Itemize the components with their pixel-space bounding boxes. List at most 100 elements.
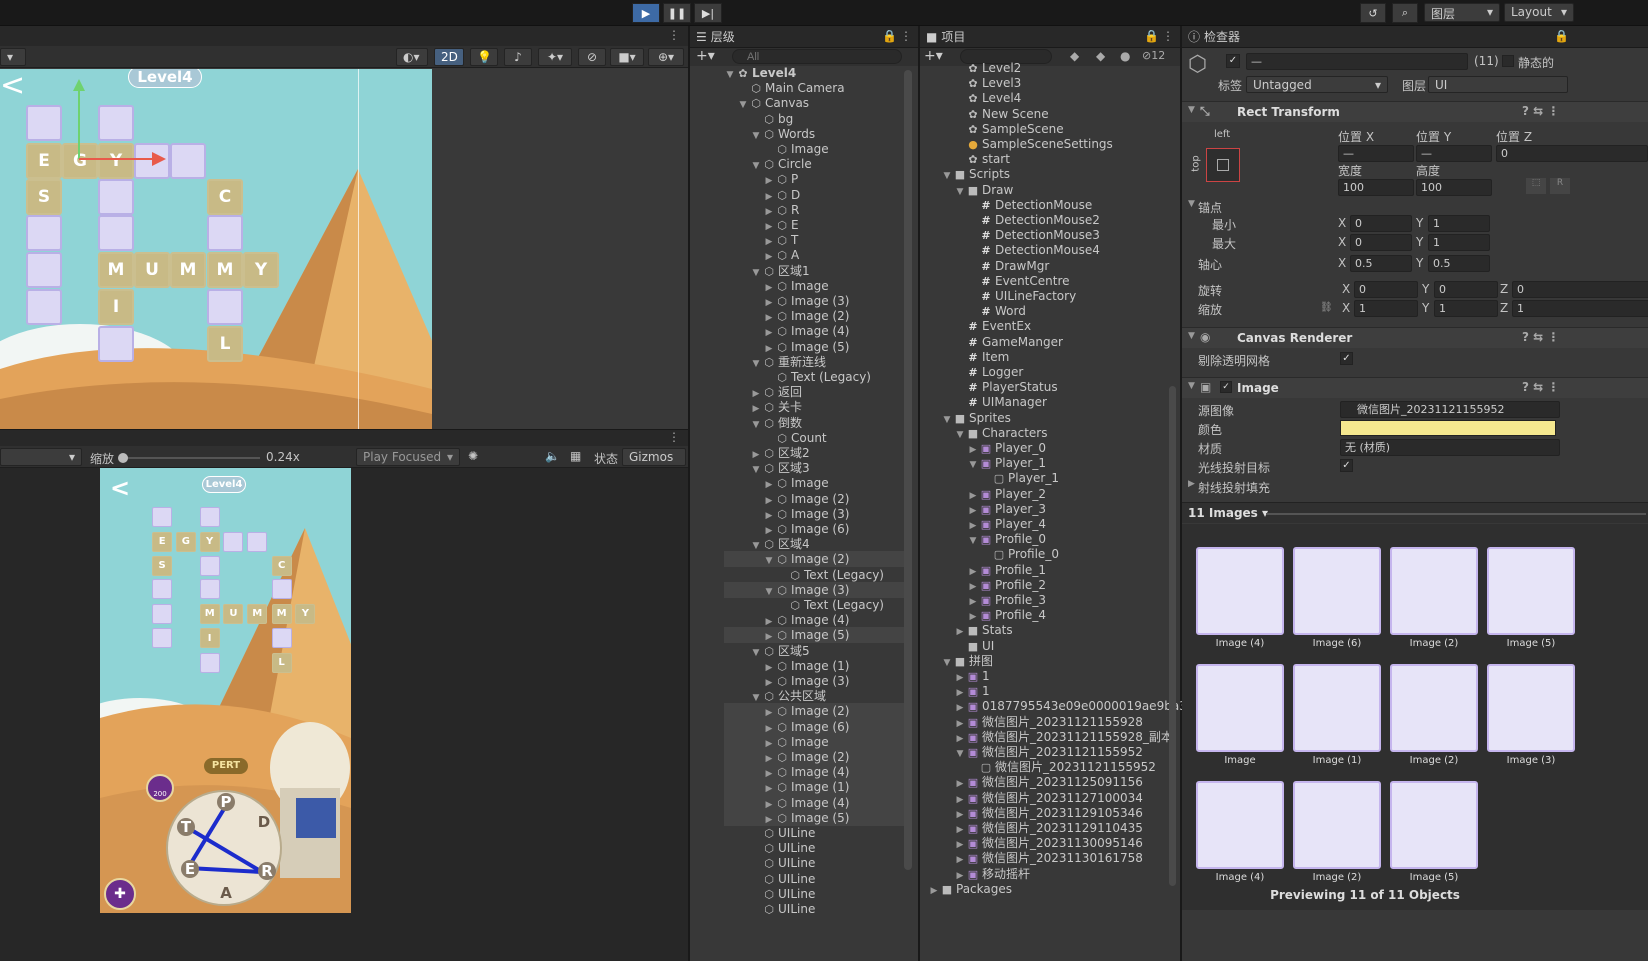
hierarchy-item[interactable]: ▼ ⬡ Canvas <box>724 95 904 111</box>
hierarchy-item[interactable]: ▼ ⬡ Words <box>724 126 904 142</box>
hierarchy-item[interactable]: ▼ ⬡ 区域3 <box>724 460 904 476</box>
search-icon[interactable]: ⌕ <box>1392 3 1418 23</box>
pos-y-field[interactable]: — <box>1416 145 1492 162</box>
material-field[interactable]: 无 (材质) <box>1340 439 1560 456</box>
hierarchy-item[interactable]: ▶ ⬡ Image (2) <box>724 491 904 507</box>
project-item[interactable]: ▶ ▣ Profile_3 <box>928 592 1170 608</box>
visibility-icon[interactable]: ⊘ <box>578 48 606 66</box>
rotation-z-field[interactable]: 0 <box>1512 281 1648 298</box>
hierarchy-item[interactable]: ▶ ⬡ Image (4) <box>724 612 904 628</box>
project-item[interactable]: # DetectionMouse <box>928 197 1170 213</box>
hierarchy-item[interactable]: ▶ ⬡ E <box>724 217 904 233</box>
lock-icon[interactable]: 🔒 <box>1554 29 1569 43</box>
hierarchy-item[interactable]: ▶ ⬡ Image (6) <box>724 718 904 735</box>
hierarchy-item[interactable]: ⬡ UILine <box>724 901 904 917</box>
preview-thumbnail[interactable] <box>1196 664 1284 752</box>
hierarchy-item[interactable]: ⬡ Main Camera <box>724 80 904 96</box>
project-item[interactable]: ✿ New Scene <box>928 106 1170 122</box>
hierarchy-item[interactable]: ▼ ⬡ Image (3) <box>724 581 904 598</box>
draw-mode-dropdown[interactable]: ▾ <box>0 48 26 66</box>
hierarchy-item[interactable]: ▼ ⬡ 区域4 <box>724 536 904 552</box>
tag-dropdown[interactable]: Untagged ▾ <box>1246 76 1388 93</box>
stats-grid-icon[interactable]: ▦ <box>570 449 581 463</box>
scene-letter-tile[interactable] <box>207 289 243 325</box>
link-icon[interactable]: ⛓ <box>1320 302 1333 313</box>
cull-checkbox[interactable]: ✓ <box>1340 352 1353 365</box>
more-icon[interactable]: ⋮ <box>900 29 912 43</box>
preview-thumbnail[interactable] <box>1196 547 1284 635</box>
hierarchy-item[interactable]: ▶ ⬡ Image <box>724 475 904 491</box>
project-item[interactable]: ▼ ▣ Profile_0 <box>928 531 1170 547</box>
hierarchy-item[interactable]: ▶ ⬡ Image (3) <box>724 506 904 522</box>
project-item[interactable]: ▶ ▣ 微信图片_20231129105346 <box>928 805 1170 821</box>
hierarchy-item[interactable]: ▼ ✿ Level4 <box>724 65 904 81</box>
preview-thumbnail[interactable] <box>1390 781 1478 869</box>
lock-icon[interactable]: 🔒 <box>1144 29 1159 43</box>
pos-x-field[interactable]: — <box>1338 145 1414 162</box>
project-item[interactable]: ▶ ▣ 微信图片_20231121155928 <box>928 714 1170 730</box>
project-item[interactable]: ▶ ▣ Player_3 <box>928 501 1170 517</box>
pivot-x-field[interactable]: 0.5 <box>1350 255 1412 272</box>
hierarchy-item[interactable]: ▶ ⬡ Image (2) <box>724 308 904 324</box>
hierarchy-item[interactable]: ▶ ⬡ Image <box>724 733 904 750</box>
preview-dropdown[interactable]: 11 Images ▾ <box>1188 506 1268 520</box>
scene-letter-tile[interactable] <box>98 326 134 362</box>
hierarchy-item[interactable]: ⬡ Image <box>724 141 904 157</box>
canvas-renderer-header[interactable]: ▼ ◉ Canvas Renderer? ⇆ ⋮ <box>1182 327 1648 348</box>
project-item[interactable]: ▢ 微信图片_20231121155952 <box>928 759 1170 775</box>
blueprint-icon[interactable]: ⬚ <box>1526 178 1546 194</box>
wheel-letter[interactable]: T <box>177 818 195 836</box>
anchor-max-y-field[interactable]: 1 <box>1428 234 1490 251</box>
scene-canvas[interactable]: EGYSCMUMMYIL Level4 < <box>0 69 432 429</box>
project-item[interactable]: ▼ ▣ Player_1 <box>928 455 1170 471</box>
hierarchy-item[interactable]: ▼ ⬡ Circle <box>724 156 904 172</box>
scene-letter-tile[interactable] <box>207 215 243 251</box>
hierarchy-tab[interactable]: ☰ 层级 🔒 ⋮ <box>690 26 918 48</box>
source-image-field[interactable]: 微信图片_20231121155952 <box>1340 401 1560 418</box>
scene-letter-tile[interactable]: Y <box>243 252 279 288</box>
project-item[interactable]: ▼ ■ Draw <box>928 182 1170 198</box>
hierarchy-item[interactable]: ▶ ⬡ P <box>724 171 904 187</box>
scale-slider[interactable] <box>118 453 260 463</box>
project-item[interactable]: ✿ Level2 <box>928 60 1170 76</box>
layers-dropdown[interactable]: 图层 ▾ <box>1424 3 1500 22</box>
layout-dropdown[interactable]: Layout ▾ <box>1504 3 1574 22</box>
pos-z-field[interactable]: 0 <box>1496 145 1648 162</box>
wheel-letter[interactable]: A <box>217 884 235 902</box>
hierarchy-item[interactable]: ⬡ UILine <box>724 886 904 902</box>
hierarchy-item[interactable]: ▶ ⬡ Image (4) <box>724 764 904 781</box>
project-item[interactable]: ▼ ▣ 微信图片_20231121155952 <box>928 744 1170 760</box>
scene-letter-tile[interactable] <box>26 289 62 325</box>
height-field[interactable]: 100 <box>1416 179 1492 196</box>
project-item[interactable]: ▼ ■ Characters <box>928 425 1170 441</box>
hierarchy-item[interactable]: ▼ ⬡ Image (2) <box>724 551 904 568</box>
hierarchy-item[interactable]: ⬡ Count <box>724 430 904 446</box>
raw-edit-icon[interactable]: R <box>1550 178 1570 194</box>
project-item[interactable]: ▼ ■ Scripts <box>928 166 1170 182</box>
project-tab[interactable]: ■ 项目 🔒 ⋮ <box>920 26 1180 48</box>
width-field[interactable]: 100 <box>1338 179 1414 196</box>
inspector-tab[interactable]: ⓘ 检查器 🔒 <box>1182 26 1648 48</box>
hierarchy-item[interactable]: ▼ ⬡ 区域5 <box>724 643 904 659</box>
lighting-icon[interactable]: 💡 <box>470 48 498 66</box>
project-item[interactable]: ▶ ▣ 1 <box>928 683 1170 699</box>
more-icon[interactable]: ⋮ <box>668 28 680 42</box>
hierarchy-search-input[interactable] <box>732 49 902 64</box>
project-item[interactable]: # DetectionMouse2 <box>928 212 1170 228</box>
project-item[interactable]: # UILineFactory <box>928 288 1170 304</box>
hierarchy-item[interactable]: ⬡ UILine <box>724 855 904 871</box>
hierarchy-item[interactable]: ⬡ Text (Legacy) <box>724 567 904 583</box>
project-item[interactable]: ▶ ▣ 微信图片_20231130095146 <box>928 835 1170 851</box>
project-item[interactable]: ▶ ▣ 微信图片_20231130161758 <box>928 850 1170 866</box>
hierarchy-item[interactable]: ▶ ⬡ 关卡 <box>724 399 904 415</box>
project-item[interactable]: ▶ ▣ Profile_2 <box>928 577 1170 593</box>
project-scrollbar[interactable] <box>1169 386 1176 886</box>
display-dropdown[interactable]: ▾ <box>0 448 82 466</box>
preview-thumbnail[interactable] <box>1487 547 1575 635</box>
layer-dropdown[interactable]: UI <box>1428 76 1568 93</box>
bug-icon[interactable]: ✺ <box>468 449 478 463</box>
project-item[interactable]: ▶ ▣ 微信图片_20231121155928_副本 <box>928 729 1173 745</box>
scene-letter-tile[interactable]: L <box>207 326 243 362</box>
project-item[interactable]: # Logger <box>928 364 1170 380</box>
anchor-min-x-field[interactable]: 0 <box>1350 215 1412 232</box>
